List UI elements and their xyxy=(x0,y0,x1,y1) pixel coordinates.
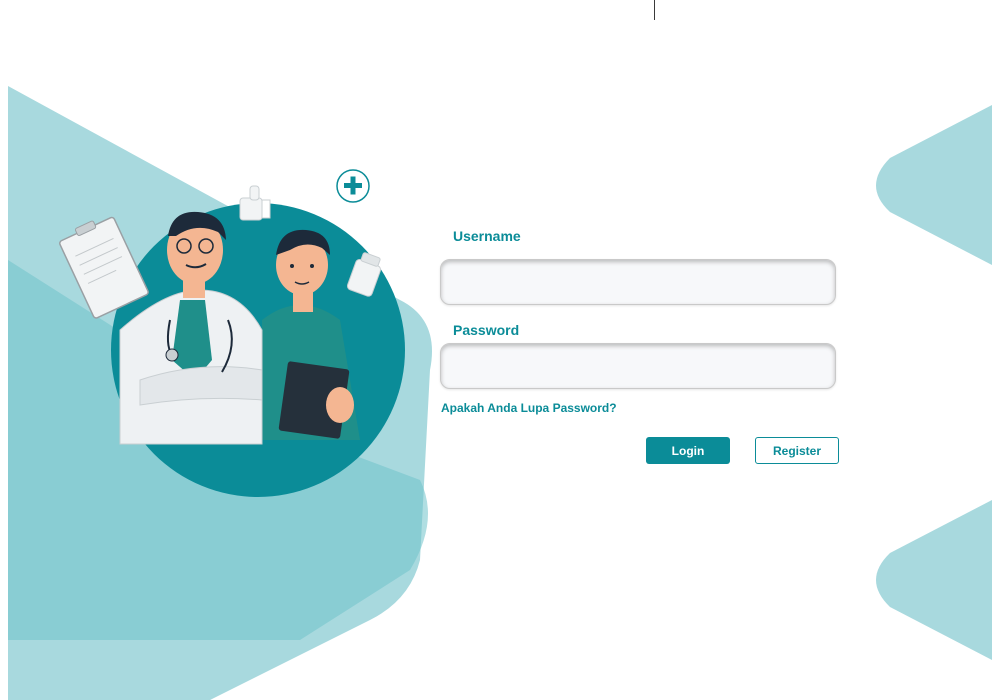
doctors-illustration xyxy=(59,169,405,497)
text-cursor-line xyxy=(654,0,655,20)
forgot-password-link[interactable]: Apakah Anda Lupa Password? xyxy=(441,401,617,415)
username-input[interactable] xyxy=(440,259,836,305)
login-button[interactable]: Login xyxy=(646,437,730,464)
password-label: Password xyxy=(453,322,520,338)
register-button[interactable]: Register xyxy=(755,437,839,464)
plus-icon xyxy=(336,169,370,203)
username-label: Username xyxy=(453,228,521,244)
thumbs-up-icon xyxy=(239,185,271,221)
password-input[interactable] xyxy=(440,343,836,389)
